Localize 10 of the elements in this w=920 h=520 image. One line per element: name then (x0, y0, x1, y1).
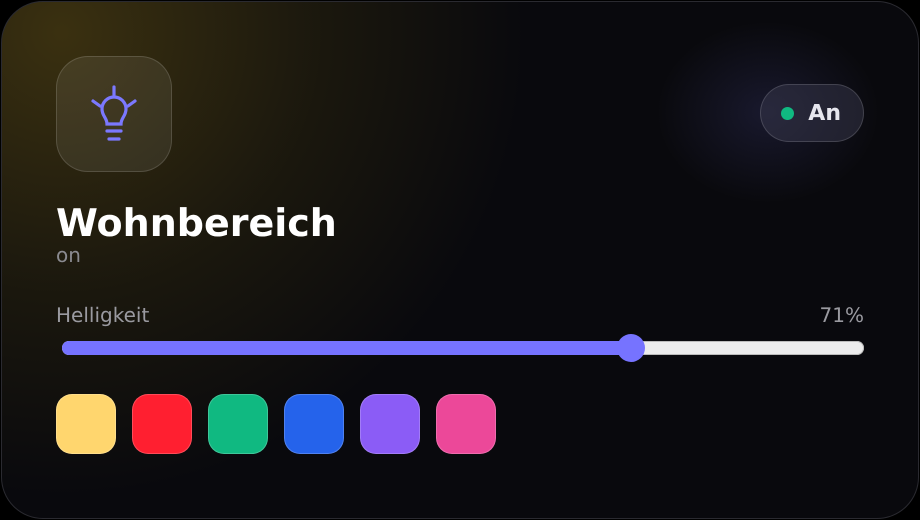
color-swatch[interactable] (284, 394, 344, 454)
slider-reading: 71% (820, 302, 864, 328)
lightbulb-icon (90, 85, 138, 143)
color-swatch[interactable] (436, 394, 496, 454)
color-swatch[interactable] (132, 394, 192, 454)
color-swatch[interactable] (56, 394, 116, 454)
power-toggle[interactable]: An (760, 84, 864, 142)
color-swatch[interactable] (208, 394, 268, 454)
slider-label: Helligkeit (56, 302, 150, 328)
color-swatch[interactable] (360, 394, 420, 454)
